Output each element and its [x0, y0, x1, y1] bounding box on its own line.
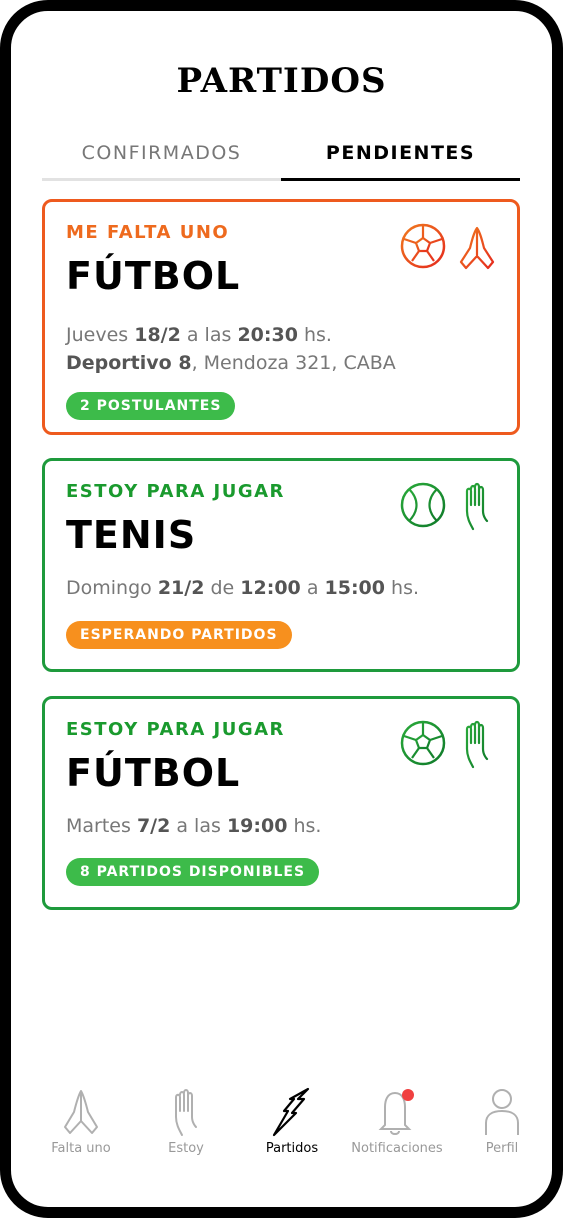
venue-line: Deportivo 8, Mendoza 321, CABA — [66, 352, 396, 374]
nav-label: Falta uno — [51, 1141, 111, 1156]
nav-label: Notificaciones — [351, 1141, 443, 1156]
nav-estoy[interactable]: Estoy — [136, 1087, 236, 1167]
nav-label: Perfil — [485, 1141, 519, 1156]
status-badge[interactable]: 8 PARTIDOS DISPONIBLES — [66, 858, 320, 886]
raised-hand-icon — [175, 1089, 197, 1136]
nav-label: Estoy — [168, 1141, 204, 1156]
nav-label: Partidos — [265, 1141, 319, 1156]
card-icons — [399, 222, 499, 274]
match-card[interactable]: ME FALTA UNO FÚTBOL Jueves 18/2 a las 20… — [42, 199, 520, 435]
match-card[interactable]: ESTOY PARA JUGAR TENIS Domingo 21/2 de 1… — [42, 458, 520, 672]
page-title: PARTIDOS — [176, 61, 387, 101]
phone-frame: PARTIDOS CONFIRMADOS PENDIENTES ME FALTA… — [0, 0, 563, 1218]
tab-bar: CONFIRMADOS PENDIENTES — [42, 129, 520, 181]
tab-pendientes[interactable]: PENDIENTES — [281, 129, 520, 181]
soccer-ball-icon — [400, 223, 446, 269]
status-badge[interactable]: 2 POSTULANTES — [66, 392, 236, 420]
sport-name: TENIS — [66, 513, 197, 557]
praying-hands-icon — [64, 1090, 98, 1134]
nav-partidos[interactable]: Partidos — [242, 1087, 342, 1167]
nav-falta-uno[interactable]: Falta uno — [31, 1087, 131, 1167]
nav-notificaciones[interactable]: Notificaciones — [347, 1087, 447, 1167]
card-type: ME FALTA UNO — [66, 222, 230, 243]
match-card[interactable]: ESTOY PARA JUGAR FÚTBOL Martes 7/2 a las… — [42, 696, 520, 910]
praying-hands-icon — [459, 226, 495, 270]
tennis-ball-icon — [400, 482, 446, 528]
date-line: Jueves 18/2 a las 20:30 hs. — [66, 324, 332, 346]
raised-hand-icon — [465, 482, 489, 531]
nav-perfil[interactable]: Perfil — [452, 1087, 552, 1167]
card-icons — [399, 719, 499, 771]
raised-hand-icon — [465, 720, 489, 769]
card-icons — [399, 481, 499, 533]
status-badge[interactable]: ESPERANDO PARTIDOS — [66, 621, 292, 649]
bottom-nav: Falta uno Estoy Partidos Notificaciones — [22, 1087, 541, 1167]
notification-dot — [402, 1089, 414, 1101]
date-line: Domingo 21/2 de 12:00 a 15:00 hs. — [66, 577, 420, 599]
lightning-icon — [272, 1087, 310, 1137]
sport-name: FÚTBOL — [66, 254, 241, 298]
card-type: ESTOY PARA JUGAR — [66, 719, 285, 740]
sport-name: FÚTBOL — [66, 751, 241, 795]
date-line: Martes 7/2 a las 19:00 hs. — [66, 815, 322, 837]
bell-icon — [378, 1089, 414, 1135]
tab-confirmados[interactable]: CONFIRMADOS — [42, 129, 281, 181]
card-type: ESTOY PARA JUGAR — [66, 481, 285, 502]
user-icon — [485, 1089, 519, 1135]
soccer-ball-icon — [400, 720, 446, 766]
